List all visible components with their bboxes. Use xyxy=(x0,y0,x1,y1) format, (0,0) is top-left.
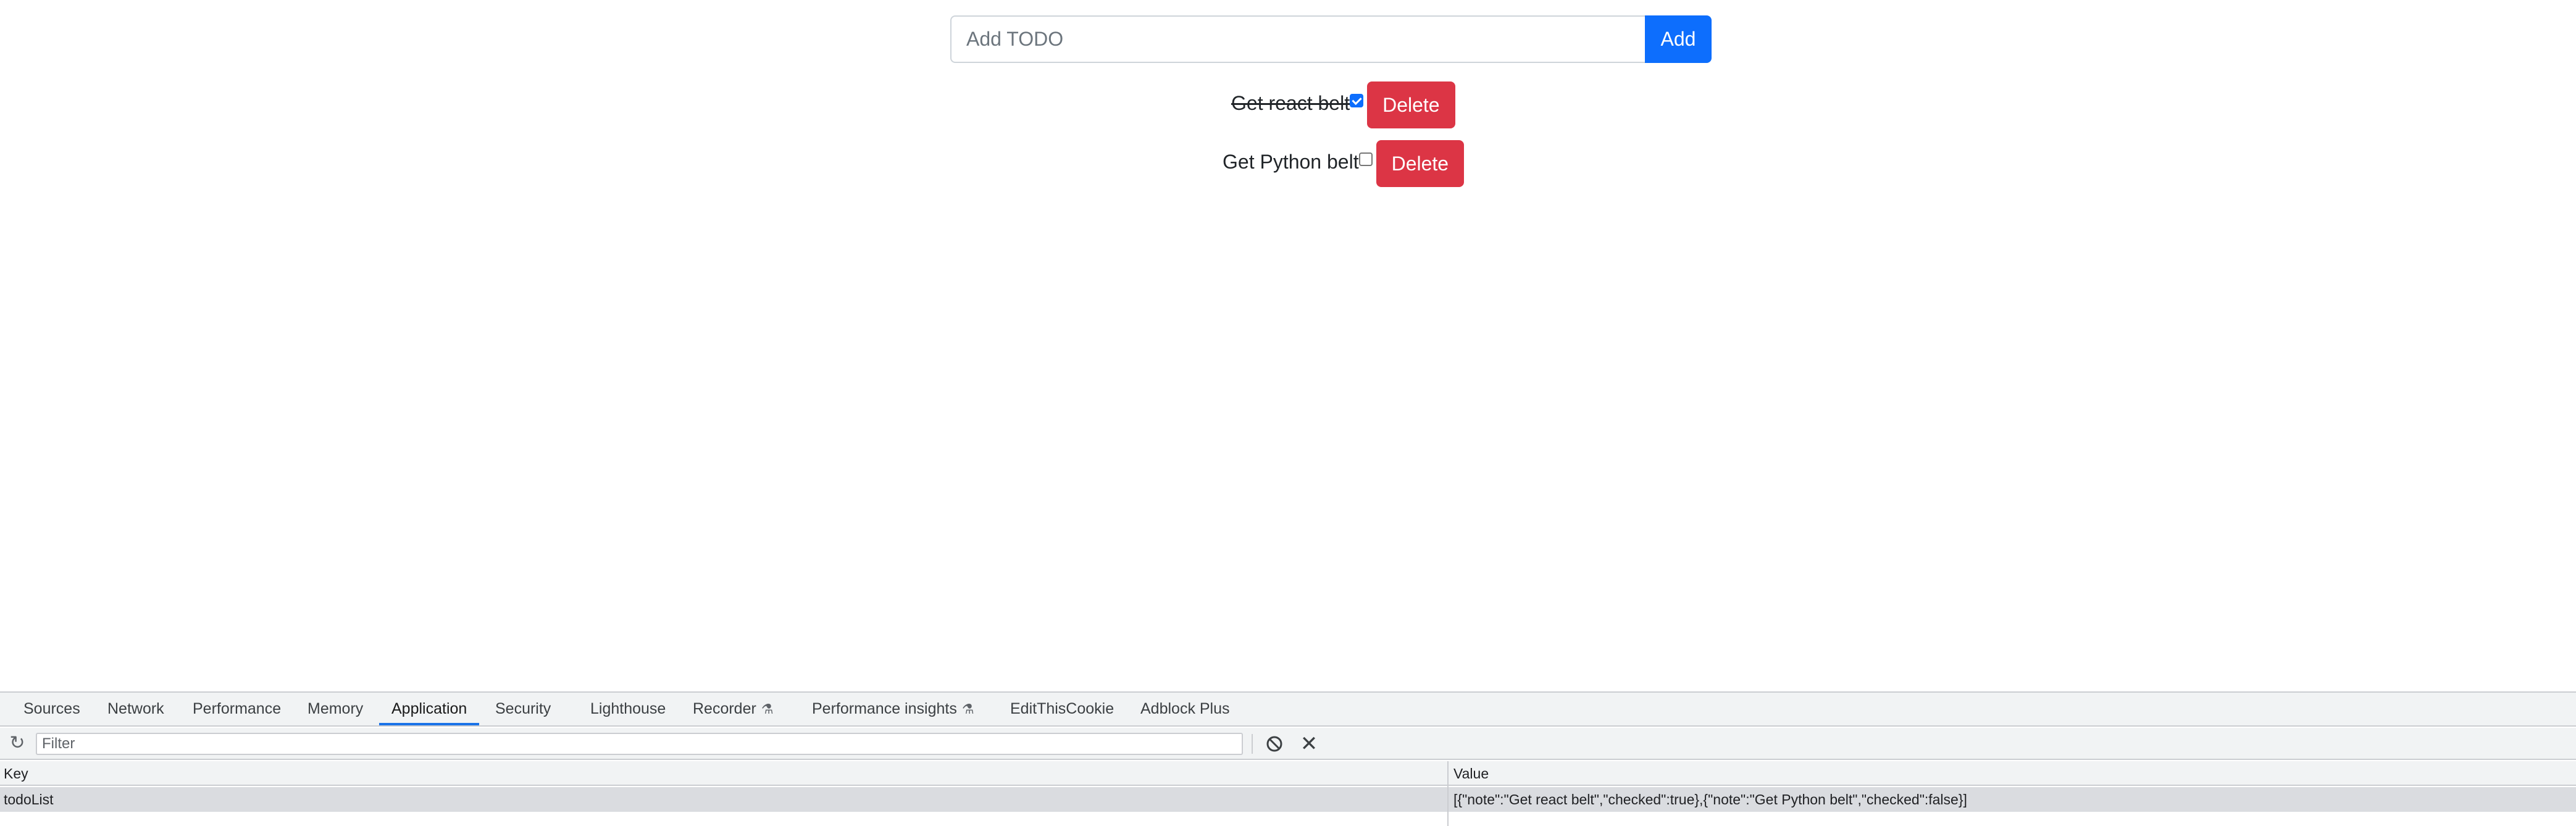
storage-table: Key Value todoList [{"note":"Get react b… xyxy=(0,761,2576,826)
tab-lighthouse[interactable]: Lighthouse xyxy=(590,693,666,725)
todo-note: Get react belt xyxy=(1231,92,1350,114)
tab-recorder[interactable]: Recorder ⚗ xyxy=(693,693,774,725)
filter-input[interactable] xyxy=(36,733,1243,755)
refresh-icon[interactable]: ↻ xyxy=(7,733,27,753)
tab-editthiscookie[interactable]: EditThisCookie xyxy=(1010,693,1114,725)
row-value-cell[interactable]: [{"note":"Get react belt","checked":true… xyxy=(1453,787,1967,812)
devtools-panel: Sources Network Performance Memory Appli… xyxy=(0,691,2576,826)
add-todo-input[interactable] xyxy=(950,15,1645,63)
todo-note: Get Python belt xyxy=(1223,151,1359,173)
table-header: Key Value xyxy=(0,761,2576,786)
add-todo-form: Add xyxy=(950,15,1712,63)
todo-item: Get react belt Delete xyxy=(1231,81,1455,128)
tab-performance[interactable]: Performance xyxy=(193,693,281,725)
todo-checkbox[interactable] xyxy=(1358,152,1373,166)
tab-performance-insights-label: Performance insights xyxy=(812,700,957,717)
table-row[interactable]: todoList [{"note":"Get react belt","chec… xyxy=(0,787,2576,812)
clear-all-icon[interactable] xyxy=(1265,734,1284,754)
devtools-tab-bar: Sources Network Performance Memory Appli… xyxy=(0,693,2576,727)
tab-performance-insights[interactable]: Performance insights ⚗ xyxy=(812,693,974,725)
todo-app: Add Get react belt Delete Get Python bel… xyxy=(0,0,2576,691)
todo-item: Get Python belt Delete xyxy=(1223,140,1465,187)
delete-selected-icon[interactable]: ✕ xyxy=(1299,733,1319,755)
todo-checkbox[interactable] xyxy=(1350,94,1364,107)
tab-application[interactable]: Application xyxy=(379,693,480,725)
tab-security[interactable]: Security xyxy=(495,693,551,725)
tab-sources[interactable]: Sources xyxy=(23,693,80,725)
tab-memory[interactable]: Memory xyxy=(307,693,363,725)
column-header-key[interactable]: Key xyxy=(4,761,28,786)
column-header-value[interactable]: Value xyxy=(1453,761,1489,786)
storage-toolbar: ↻ ✕ xyxy=(0,728,2576,760)
row-key-cell[interactable]: todoList xyxy=(4,787,54,812)
column-divider[interactable] xyxy=(1447,761,1449,826)
add-button[interactable]: Add xyxy=(1645,15,1712,63)
flask-icon: ⚗ xyxy=(961,701,974,717)
tab-network[interactable]: Network xyxy=(107,693,164,725)
tab-adblock-plus[interactable]: Adblock Plus xyxy=(1140,693,1230,725)
delete-button[interactable]: Delete xyxy=(1376,140,1465,187)
tab-recorder-label: Recorder xyxy=(693,700,756,717)
flask-icon: ⚗ xyxy=(761,701,774,717)
delete-button[interactable]: Delete xyxy=(1367,81,1455,128)
toolbar-divider xyxy=(1252,734,1253,754)
